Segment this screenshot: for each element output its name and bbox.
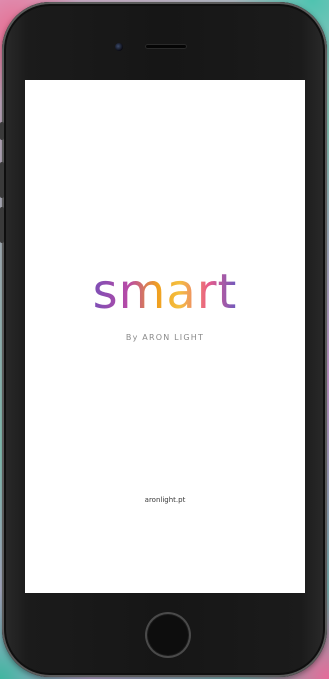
volume-up-button	[0, 162, 4, 198]
logo-wordmark: smart	[93, 270, 238, 320]
volume-down-button	[0, 207, 4, 243]
speaker-icon	[145, 44, 187, 49]
website-link[interactable]: aronlight.pt	[25, 496, 305, 504]
mute-switch	[0, 122, 4, 140]
logo-text: smart	[93, 270, 238, 320]
brand-tagline: By ARON LIGHT	[125, 333, 205, 342]
camera-icon	[115, 43, 123, 51]
smart-logo: smart	[25, 270, 305, 320]
phone-frame: smart By ARON LIGHT aronlight.pt	[0, 2, 327, 677]
splash-screen: smart By ARON LIGHT aronlight.pt	[25, 80, 305, 593]
home-button-icon[interactable]	[145, 612, 191, 658]
